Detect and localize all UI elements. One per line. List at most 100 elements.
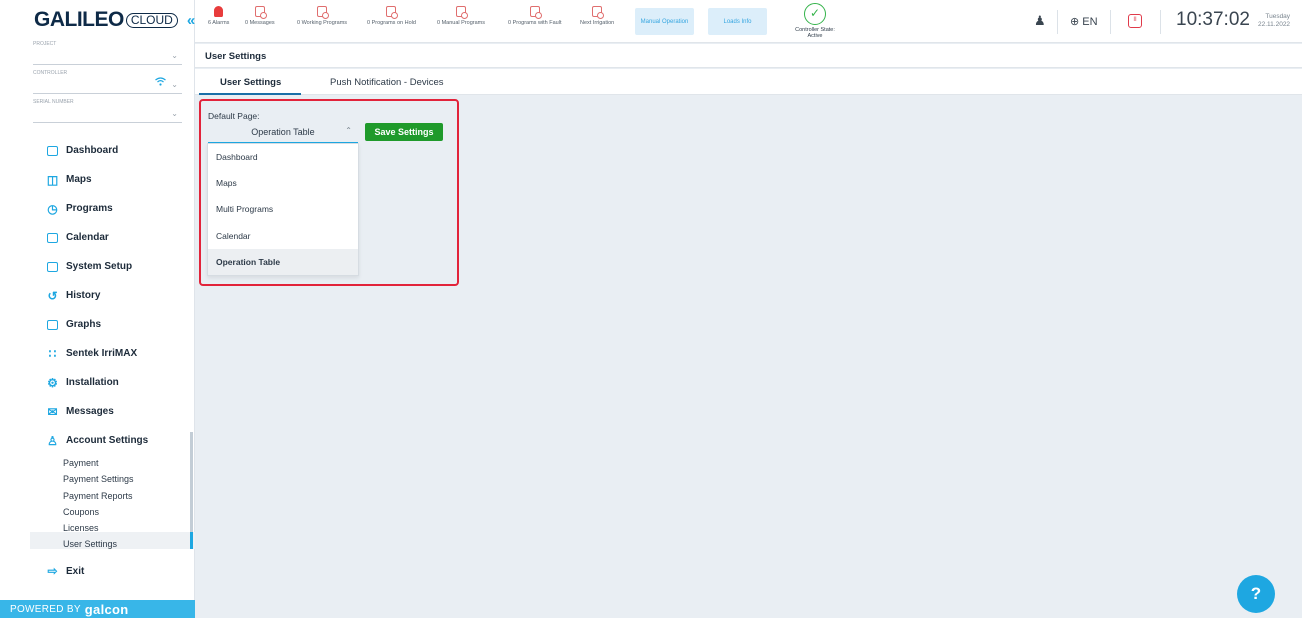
- default-page-dropdown: Dashboard Maps Multi Programs Calendar O…: [207, 143, 359, 276]
- account-settings-icon: ♙: [47, 433, 58, 448]
- controller-state: ✓ Controller State: Active: [785, 3, 845, 39]
- map-icon: ◫: [46, 172, 59, 187]
- next-irrigation-icon: [592, 6, 605, 19]
- divider: [1057, 10, 1058, 34]
- clock-date: Tuesday 22.11.2022: [1258, 13, 1290, 29]
- nav-item-calendar[interactable]: Calendar: [0, 223, 194, 252]
- pause-icon[interactable]: II: [1128, 14, 1142, 28]
- exit-icon: ⇨: [47, 564, 58, 579]
- nav-label: Dashboard: [66, 145, 119, 156]
- nav-label: Messages: [66, 406, 114, 417]
- globe-icon: ⊕: [1070, 16, 1080, 28]
- serial-number-label: SERIAL NUMBER: [33, 99, 74, 105]
- manual-programs-label: 0 Manual Programs: [437, 20, 485, 26]
- sub-item-user-settings[interactable]: User Settings: [63, 536, 194, 552]
- exit-button[interactable]: ⇨ Exit: [0, 557, 194, 586]
- logo: GALILEO CLOUD «: [0, 0, 195, 40]
- dropdown-option-maps[interactable]: Maps: [208, 170, 358, 196]
- installation-icon: ⚙: [47, 375, 58, 390]
- default-page-label: Default Page:: [208, 111, 260, 121]
- sub-item-licenses[interactable]: Licenses: [63, 520, 194, 536]
- dropdown-option-operation-table[interactable]: Operation Table: [208, 248, 358, 275]
- nav-item-account-settings[interactable]: ♙ Account Settings: [0, 426, 194, 455]
- nav-label: Installation: [66, 377, 119, 388]
- sub-item-payment[interactable]: Payment: [63, 455, 194, 471]
- working-programs-label: 0 Working Programs: [297, 20, 348, 26]
- graphs-icon: [46, 318, 59, 331]
- help-button[interactable]: ?: [1237, 575, 1275, 613]
- powered-by-text: POWERED BY: [10, 603, 81, 615]
- dropdown-option-calendar[interactable]: Calendar: [208, 223, 358, 249]
- manual-programs-stat[interactable]: 0 Manual Programs: [437, 6, 485, 26]
- nav-label: System Setup: [66, 261, 133, 272]
- nav-item-sentek[interactable]: ∷ Sentek IrriMAX: [0, 339, 194, 368]
- default-page-select[interactable]: Operation Table ⌃: [208, 121, 358, 143]
- alarm-bell-icon: [214, 6, 224, 17]
- next-irrigation-stat[interactable]: Next Irrigation: [580, 6, 614, 26]
- language-selector[interactable]: ⊕ EN: [1070, 15, 1098, 28]
- nav-label: Sentek IrriMAX: [66, 348, 138, 359]
- nav-label: Calendar: [66, 232, 109, 243]
- alarms-stat[interactable]: 6 Alarms: [208, 6, 229, 26]
- dropdown-option-multi-programs[interactable]: Multi Programs: [208, 196, 358, 222]
- chevron-down-icon: ⌄: [171, 51, 178, 60]
- programs-with-fault-stat[interactable]: 0 Programs with Fault: [508, 6, 562, 26]
- nav-item-system-setup[interactable]: System Setup: [0, 252, 194, 281]
- default-page-value: Operation Table: [251, 127, 315, 137]
- main-nav: Dashboard ◫ Maps ◷ Programs Calendar Syste…: [0, 136, 194, 455]
- sub-item-coupons[interactable]: Coupons: [63, 504, 194, 520]
- settings-tabs: User Settings Push Notification - Device…: [195, 69, 1302, 95]
- galcon-logo-text: galcon: [84, 601, 129, 617]
- clock-date-value: 22.11.2022: [1258, 21, 1291, 28]
- programs-on-hold-stat[interactable]: 0 Programs on Hold: [367, 6, 416, 26]
- divider: [1110, 10, 1111, 34]
- collapse-sidebar-icon[interactable]: «: [187, 12, 195, 29]
- nav-label: Programs: [66, 203, 113, 214]
- active-tab-underline: [199, 93, 301, 95]
- user-icon[interactable]: ♟: [1034, 13, 1046, 29]
- nav-label: Account Settings: [66, 435, 149, 446]
- working-programs-stat[interactable]: 0 Working Programs: [297, 6, 347, 26]
- programs-on-hold-icon: [386, 6, 399, 19]
- programs-with-fault-icon: [529, 6, 542, 19]
- powered-by-banner: POWERED BY galcon: [0, 600, 195, 618]
- loads-info-button[interactable]: Loads Info: [708, 8, 767, 35]
- controller-select[interactable]: CONTROLLER ⌄: [33, 69, 182, 94]
- messages-stat[interactable]: 0 Messages: [245, 6, 275, 26]
- logo-text: GALILEO: [34, 8, 124, 31]
- dropdown-option-dashboard[interactable]: Dashboard: [208, 144, 358, 170]
- nav-label: Graphs: [66, 319, 102, 330]
- controller-state-value: Active: [807, 33, 823, 39]
- working-programs-icon: [317, 6, 330, 19]
- controller-select-label: CONTROLLER: [33, 70, 68, 76]
- nav-item-installation[interactable]: ⚙ Installation: [0, 368, 194, 397]
- nav-item-maps[interactable]: ◫ Maps: [0, 165, 194, 194]
- manual-operation-button[interactable]: Manual Operation: [635, 8, 694, 35]
- system-setup-icon: [46, 260, 59, 273]
- tab-user-settings[interactable]: User Settings: [220, 77, 281, 88]
- exit-label: Exit: [66, 565, 85, 577]
- nav-item-programs[interactable]: ◷ Programs: [0, 194, 194, 223]
- project-select[interactable]: PROJECT ⌄: [33, 40, 182, 65]
- clock-time: 10:37:02: [1176, 9, 1250, 30]
- manual-programs-icon: [456, 6, 468, 19]
- sub-item-payment-reports[interactable]: Payment Reports: [63, 488, 194, 504]
- calendar-icon: [46, 231, 59, 244]
- nav-item-graphs[interactable]: Graphs: [0, 310, 194, 339]
- next-irrigation-label: Next Irrigation: [580, 20, 615, 26]
- history-icon: ↺: [47, 288, 58, 303]
- nav-item-messages[interactable]: ✉ Messages: [0, 397, 194, 426]
- serial-number-select[interactable]: SERIAL NUMBER ⌄: [33, 98, 182, 123]
- nav-item-dashboard[interactable]: Dashboard: [0, 136, 194, 165]
- chevron-down-icon: ⌄: [171, 109, 178, 118]
- tab-push-notification-devices[interactable]: Push Notification - Devices: [330, 77, 444, 88]
- save-settings-button[interactable]: Save Settings: [365, 123, 443, 141]
- messages-icon: ✉: [47, 404, 58, 419]
- programs-on-hold-label: 0 Programs on Hold: [367, 20, 416, 26]
- chevron-up-icon: ⌃: [345, 126, 352, 135]
- chevron-down-icon: ⌄: [171, 80, 178, 89]
- dashboard-icon: [46, 144, 59, 157]
- nav-item-history[interactable]: ↺ History: [0, 281, 194, 310]
- sub-item-payment-settings[interactable]: Payment Settings: [63, 471, 194, 487]
- sentek-icon: ∷: [48, 346, 57, 361]
